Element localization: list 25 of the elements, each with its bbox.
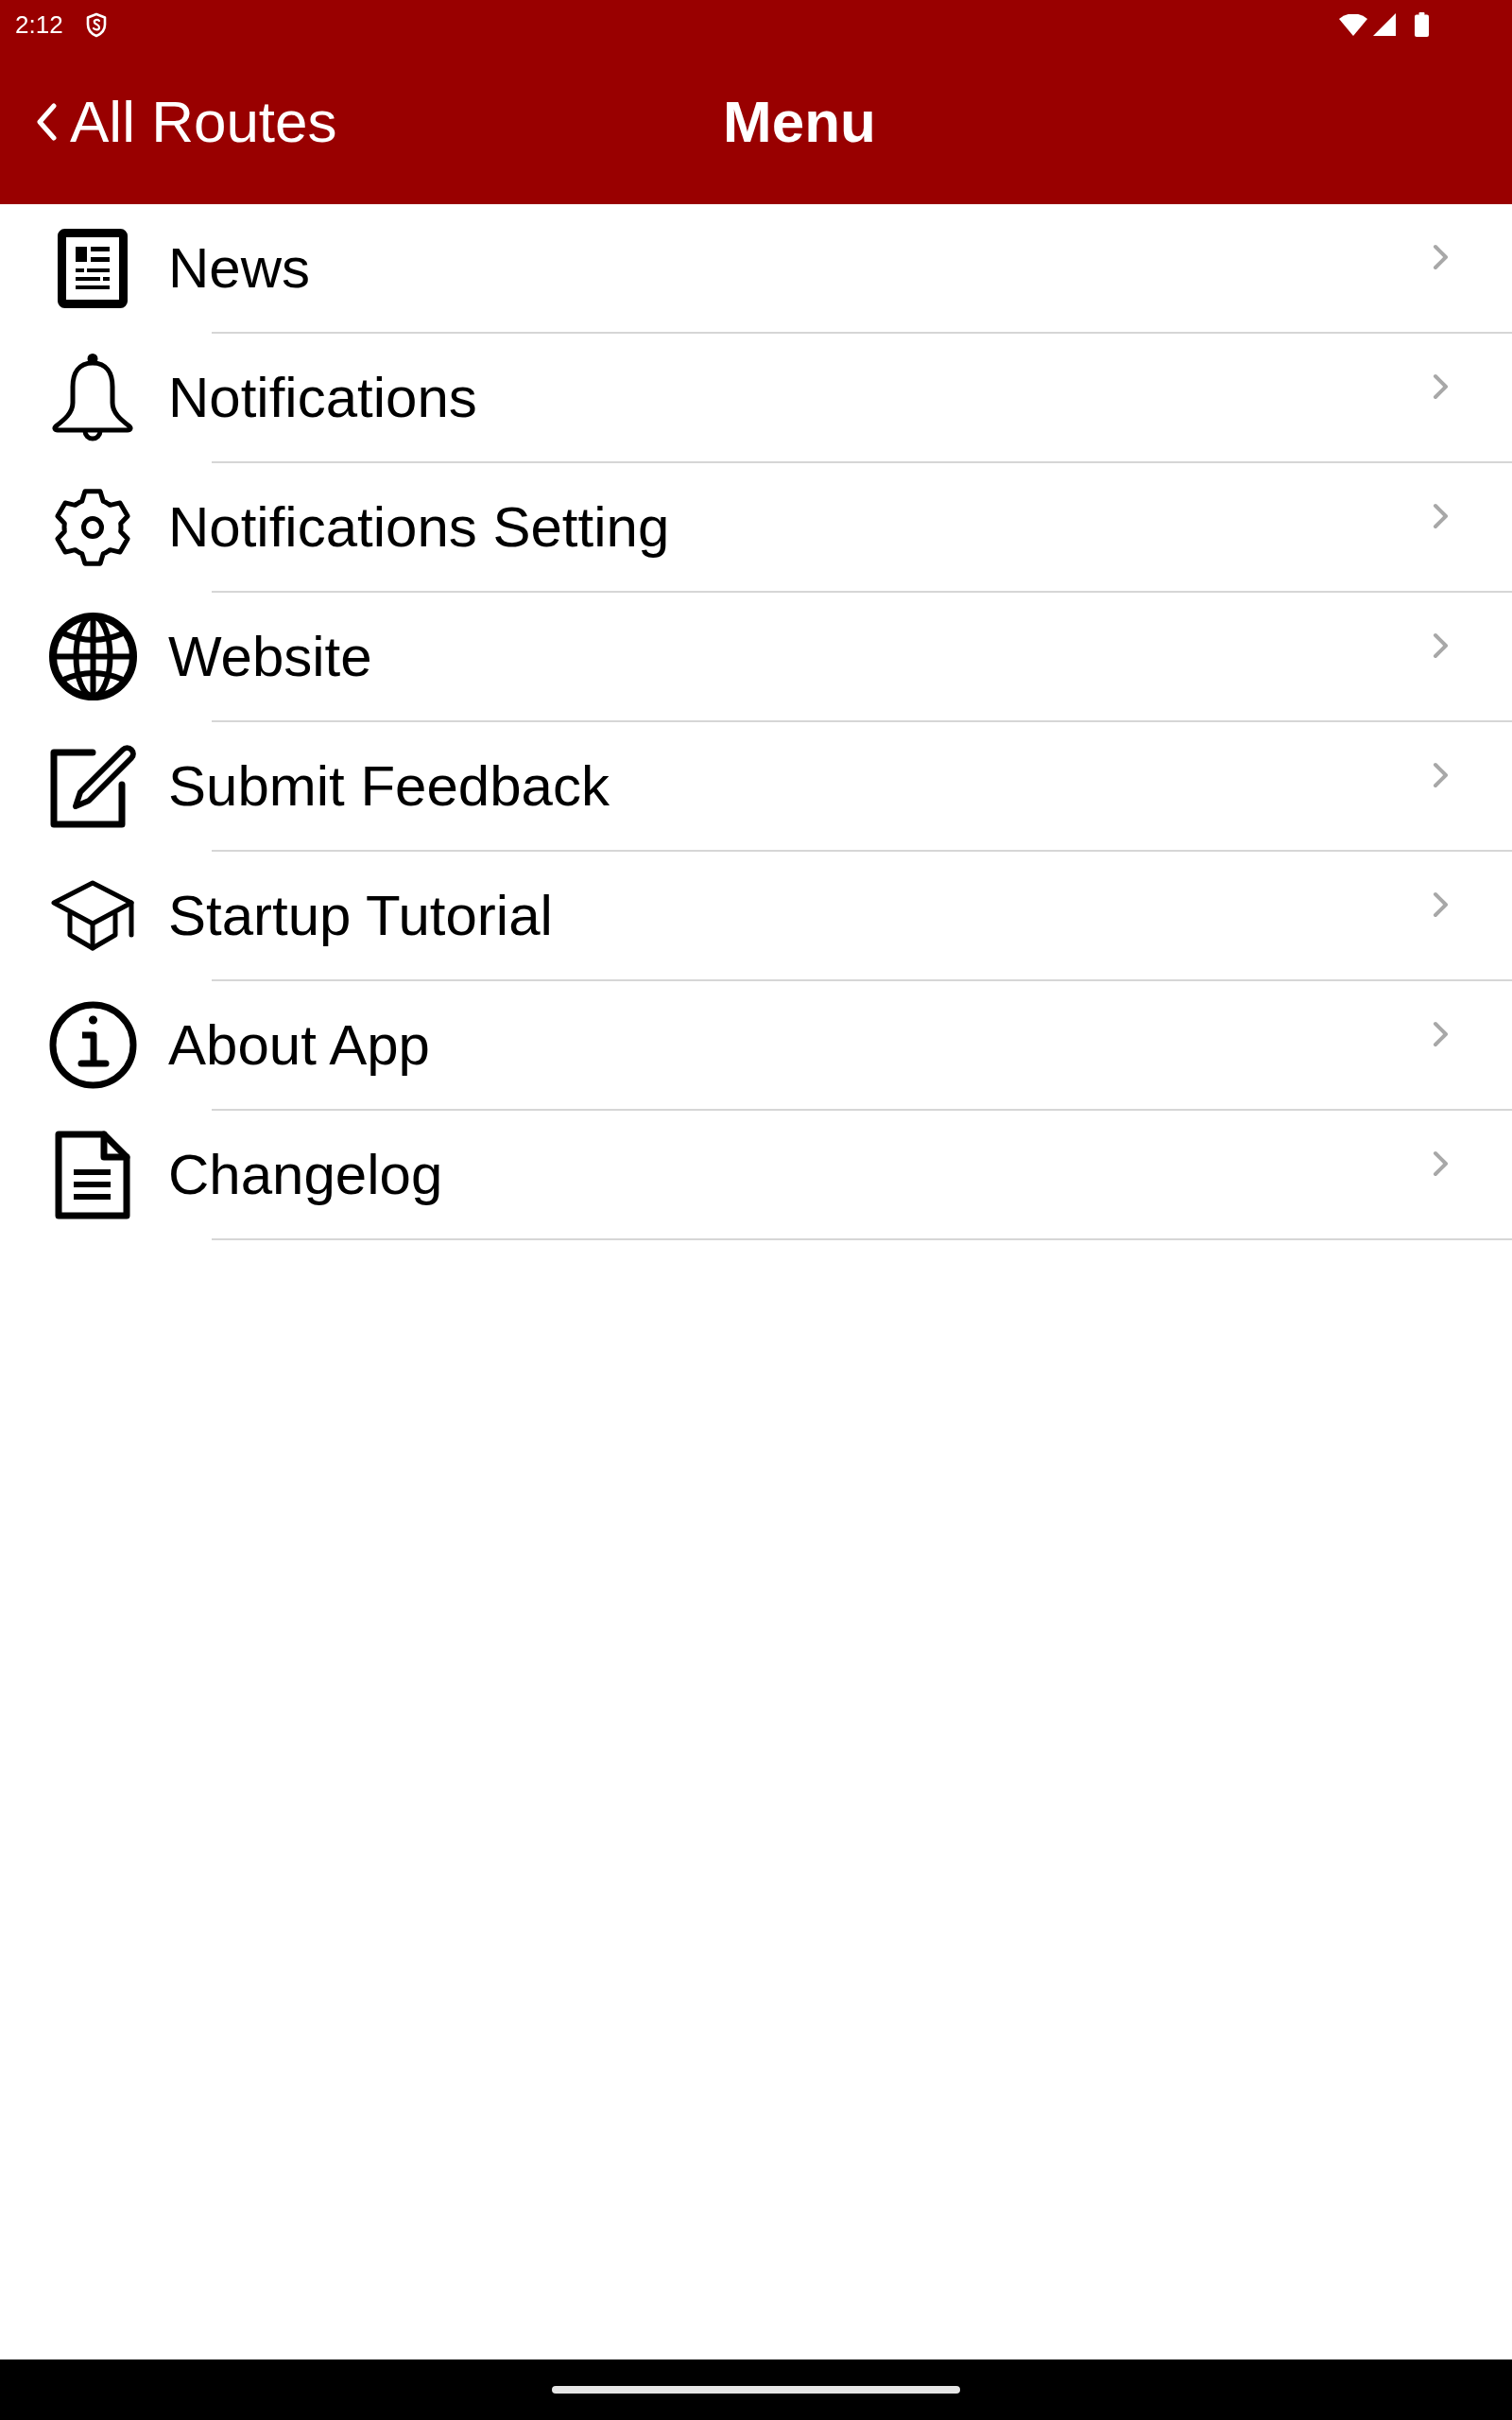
chevron-right-icon [1433,244,1450,270]
newspaper-icon [58,228,128,308]
globe-icon [48,613,137,700]
chevron-right-icon [1433,1150,1450,1177]
back-button[interactable]: All Routes [36,86,337,158]
chevron-left-icon [36,103,57,141]
shield-icon [85,11,107,38]
chevron-right-icon [1433,891,1450,918]
graduation-cap-icon [51,879,134,952]
info-icon [48,1001,137,1089]
bell-icon [51,353,134,442]
chevron-right-icon [1433,632,1450,659]
signal-icon [1373,13,1396,36]
chevron-right-icon [1433,762,1450,788]
chevron-right-icon [1433,373,1450,400]
screen-title: Menu [723,87,876,156]
gear-icon [53,486,132,568]
chevron-right-icon [1433,503,1450,529]
chevron-right-icon [1433,1021,1450,1047]
gesture-handle[interactable] [552,2386,960,2394]
wifi-icon [1339,13,1367,36]
status-time: 2:12 [15,10,63,39]
battery-icon [1415,12,1429,37]
pencil-square-icon [48,742,137,830]
document-icon [55,1130,130,1219]
